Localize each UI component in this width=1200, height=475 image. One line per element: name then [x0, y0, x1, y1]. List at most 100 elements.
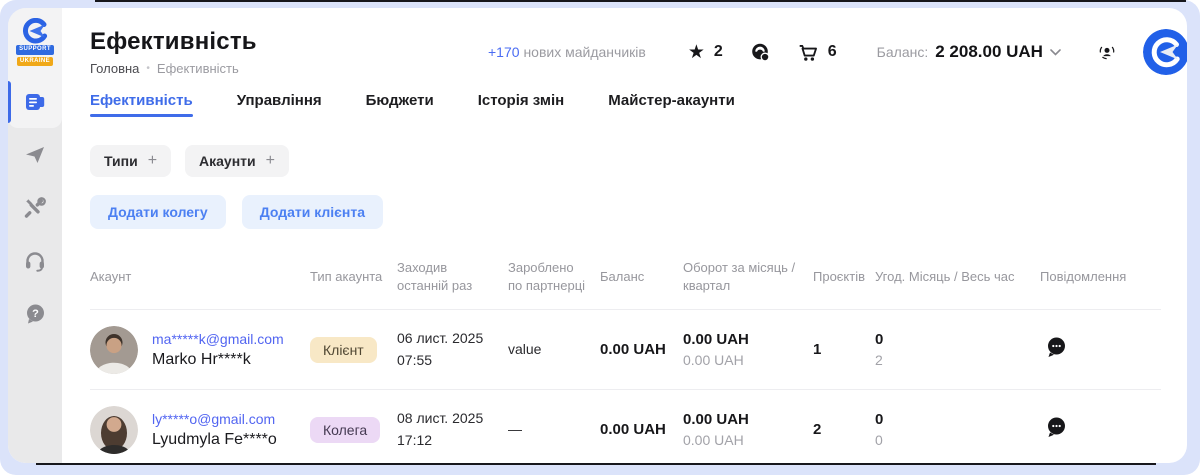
table-row[interactable]: ma*****k@gmail.com Marko Hr****k Клієнт … [90, 310, 1161, 390]
tab-bar: Ефективність Управління Бюджети Історія … [90, 92, 1161, 121]
deals-cell: 0 2 [875, 331, 1040, 368]
deals-all-time: 0 [875, 432, 1040, 448]
new-platforms-label: нових майданчиків [523, 44, 645, 60]
filter-accounts[interactable]: Акаунти + [185, 145, 289, 177]
window-top-edge [95, 0, 1186, 2]
deals-cell: 0 0 [875, 411, 1040, 448]
favorites-counter[interactable]: ★ 2 [688, 43, 723, 62]
tab-management[interactable]: Управління [237, 92, 322, 121]
messages-cell [1040, 335, 1161, 364]
type-badge: Клієнт [310, 337, 377, 363]
balance-cell: 0.00 UAH [600, 341, 683, 358]
last-visit-cell: 06 лист. 2025 07:55 [397, 328, 508, 371]
account-email[interactable]: ma*****k@gmail.com [152, 331, 284, 347]
projects-cell: 2 [813, 421, 875, 438]
cart-icon [797, 42, 819, 63]
sidebar-item-help[interactable]: ? [8, 287, 62, 340]
last-visit-date: 08 лист. 2025 [397, 408, 508, 430]
app-logo: SUPPORT UKRAINE [8, 8, 62, 76]
col-balance: Баланс [600, 268, 683, 286]
star-icon: ★ [688, 43, 705, 62]
tab-change-history[interactable]: Історія змін [478, 92, 564, 121]
sidebar-item-support[interactable] [8, 234, 62, 287]
col-messages: Повідомлення [1040, 268, 1161, 286]
logo-badge-ukraine: UKRAINE [17, 57, 53, 66]
balance-label: Баланс: [877, 44, 929, 60]
add-client-button[interactable]: Додати клієнта [242, 195, 383, 229]
sidebar: SUPPORT UKRAINE [8, 8, 62, 463]
last-visit-time: 07:55 [397, 350, 508, 372]
type-badge: Колега [310, 417, 380, 443]
voice-notification-icon [1097, 42, 1117, 62]
tools-icon [23, 196, 47, 220]
headset-icon [23, 249, 47, 273]
cart-counter[interactable]: 6 [797, 42, 837, 63]
turnover-cell: 0.00 UAH 0.00 UAH [683, 411, 813, 448]
plus-icon: + [266, 152, 275, 170]
breadcrumb-current: Ефективність [157, 61, 239, 76]
breadcrumb-home[interactable]: Головна [90, 61, 139, 76]
turnover-cell: 0.00 UAH 0.00 UAH [683, 331, 813, 368]
page-title: Ефективність [90, 28, 488, 56]
window-frame: SUPPORT UKRAINE [0, 0, 1200, 475]
message-button[interactable] [1044, 335, 1068, 359]
avatar [90, 326, 138, 374]
table-header: Акаунт Тип акаунта Заходив останній раз … [90, 251, 1161, 310]
col-projects: Проєктів [813, 268, 875, 286]
message-button[interactable] [1044, 415, 1068, 439]
chat-bubble-icon [1044, 415, 1068, 439]
avatar [90, 406, 138, 454]
account-email[interactable]: ly*****o@gmail.com [152, 411, 277, 427]
balance-selector[interactable]: Баланс: 2 208.00 UAH [877, 42, 1061, 62]
new-platforms-count: +170 [488, 44, 520, 60]
accounts-table: Акаунт Тип акаунта Заходив останній раз … [90, 251, 1161, 463]
tab-master-accounts[interactable]: Майстер-акаунти [608, 92, 735, 121]
add-colleague-button[interactable]: Додати колегу [90, 195, 226, 229]
account-identity: ly*****o@gmail.com Lyudmyla Fe****o [152, 411, 277, 449]
title-block: Ефективність Головна • Ефективність [90, 28, 488, 76]
turnover-quarter: 0.00 UAH [683, 352, 813, 368]
topbar: Ефективність Головна • Ефективність +170… [90, 28, 1161, 76]
table-row[interactable]: ly*****o@gmail.com Lyudmyla Fe****o Коле… [90, 390, 1161, 463]
window-bottom-edge [36, 463, 1156, 465]
filter-types-label: Типи [104, 153, 138, 169]
account-name: Lyudmyla Fe****o [152, 431, 277, 449]
account-avatar-logo[interactable] [1143, 29, 1187, 75]
last-visit-cell: 08 лист. 2025 17:12 [397, 408, 508, 451]
notification-button[interactable] [1097, 42, 1117, 62]
main-content: Ефективність Головна • Ефективність +170… [62, 8, 1187, 463]
messages-cell [1040, 415, 1161, 444]
breadcrumb: Головна • Ефективність [90, 61, 488, 76]
tab-budgets[interactable]: Бюджети [366, 92, 434, 121]
tab-effectiveness[interactable]: Ефективність [90, 92, 193, 121]
sidebar-item-feed[interactable] [8, 76, 62, 128]
question-bubble-icon: ? [23, 302, 47, 326]
chevron-down-icon [1050, 49, 1061, 56]
logo-badge-support: SUPPORT [16, 45, 54, 54]
breadcrumb-separator: • [146, 63, 150, 74]
deals-month: 0 [875, 331, 1040, 348]
headset-chat-icon [749, 41, 771, 63]
account-cell: ma*****k@gmail.com Marko Hr****k [90, 326, 310, 374]
deals-month: 0 [875, 411, 1040, 428]
filter-types[interactable]: Типи + [90, 145, 171, 177]
col-turnover: Оборот за місяць / квартал [683, 259, 813, 295]
balance-cell: 0.00 UAH [600, 421, 683, 438]
col-account-type: Тип акаунта [310, 268, 397, 286]
sidebar-item-send[interactable] [8, 128, 62, 181]
action-bar: Додати колегу Додати клієнта [90, 195, 1161, 229]
account-name: Marko Hr****k [152, 351, 284, 369]
sidebar-item-tools[interactable] [8, 181, 62, 234]
new-platforms-counter[interactable]: +170 нових майданчиків [488, 44, 646, 60]
projects-cell: 1 [813, 341, 875, 358]
account-type-cell: Клієнт [310, 337, 397, 363]
support-chat-button[interactable] [749, 41, 771, 63]
col-deals: Угод. Місяць / Весь час [875, 268, 1040, 286]
turnover-month: 0.00 UAH [683, 411, 813, 428]
account-type-cell: Колега [310, 417, 397, 443]
last-visit-time: 17:12 [397, 430, 508, 452]
col-account: Акаунт [90, 268, 310, 286]
last-visit-date: 06 лист. 2025 [397, 328, 508, 350]
partner-earned-cell: — [508, 419, 600, 441]
cart-count: 6 [828, 43, 837, 61]
